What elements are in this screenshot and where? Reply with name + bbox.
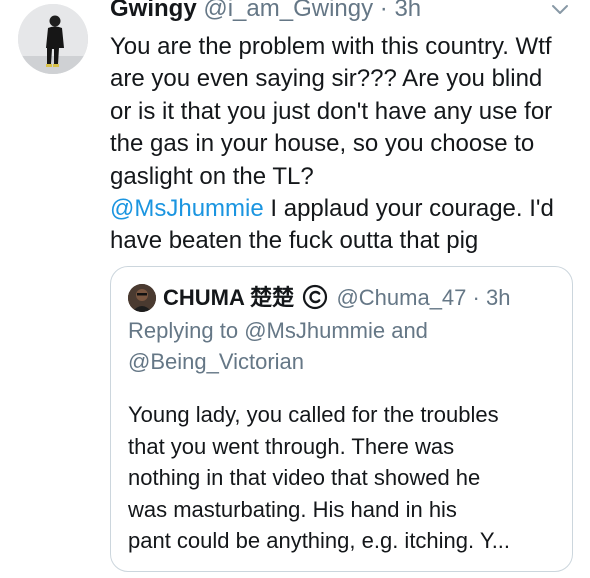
replying-user-link[interactable]: @MsJhummie bbox=[244, 318, 385, 343]
tweet-header: Gwingy @i_am_Gwingy · 3h bbox=[110, 0, 421, 24]
tweet-text-line: or is it that you just don't have any us… bbox=[110, 97, 553, 125]
quoted-text-line: nothing in that video that showed he bbox=[128, 465, 481, 491]
separator-dot: · bbox=[472, 285, 480, 310]
replying-user-link[interactable]: @Being_Victorian bbox=[128, 349, 304, 374]
quoted-text-line: Young lady, you called for the troubles bbox=[128, 402, 499, 427]
replying-to: Replying to @MsJhummie and @Being_Victor… bbox=[128, 315, 428, 377]
tweet-text-segment: I applaud your courage. I'd bbox=[263, 195, 554, 223]
quoted-text-line: pant could be anything, e.g. itching. Y.… bbox=[128, 528, 511, 554]
quoted-user-handle[interactable]: @Chuma_47 bbox=[336, 285, 466, 310]
chevron-down-icon[interactable] bbox=[550, 2, 570, 18]
quoted-avatar[interactable] bbox=[128, 284, 156, 312]
quoted-text-line: was masturbating. His hand in his bbox=[128, 496, 457, 522]
replying-joiner: and bbox=[385, 318, 428, 343]
quoted-timestamp: 3h bbox=[485, 285, 511, 310]
quoted-tweet-text: Young lady, you called for the troubles … bbox=[128, 399, 510, 557]
display-name[interactable]: Gwingy bbox=[110, 0, 197, 22]
quoted-display-name[interactable]: CHUMA 楚楚 bbox=[163, 285, 294, 310]
tweet-text-line: are you even saying sir??? Are you blind bbox=[110, 65, 543, 93]
tweet-text: You are the problem with this country. W… bbox=[110, 31, 580, 258]
tweet-text-line: gaslight on the TL? bbox=[110, 162, 314, 190]
tweet-text-line: the gas in your house, so you choose to bbox=[110, 130, 535, 158]
copyright-icon bbox=[302, 284, 328, 310]
tweet[interactable]: Gwingy @i_am_Gwingy · 3h You are the pro… bbox=[0, 0, 590, 578]
quoted-text-line: that you went through. There was bbox=[128, 433, 455, 459]
separator-dot: · bbox=[379, 0, 388, 22]
replying-prefix: Replying to bbox=[128, 318, 245, 343]
timestamp[interactable]: 3h bbox=[394, 0, 421, 22]
tweet-text-line: @MsJhummie I applaud your courage. I'd bbox=[110, 193, 580, 225]
mention-link[interactable]: @MsJhummie bbox=[110, 195, 264, 222]
quoted-tweet[interactable]: CHUMA 楚楚 @Chuma_47 · 3h Replying to @MsJ… bbox=[110, 266, 573, 572]
avatar[interactable] bbox=[18, 4, 88, 74]
user-handle[interactable]: @i_am_Gwingy bbox=[203, 0, 373, 22]
tweet-text-line: You are the problem with this country. W… bbox=[110, 33, 552, 60]
quoted-header: CHUMA 楚楚 @Chuma_47 · 3h bbox=[163, 283, 510, 313]
tweet-text-line: have beaten the fuck outta that pig bbox=[110, 227, 479, 255]
